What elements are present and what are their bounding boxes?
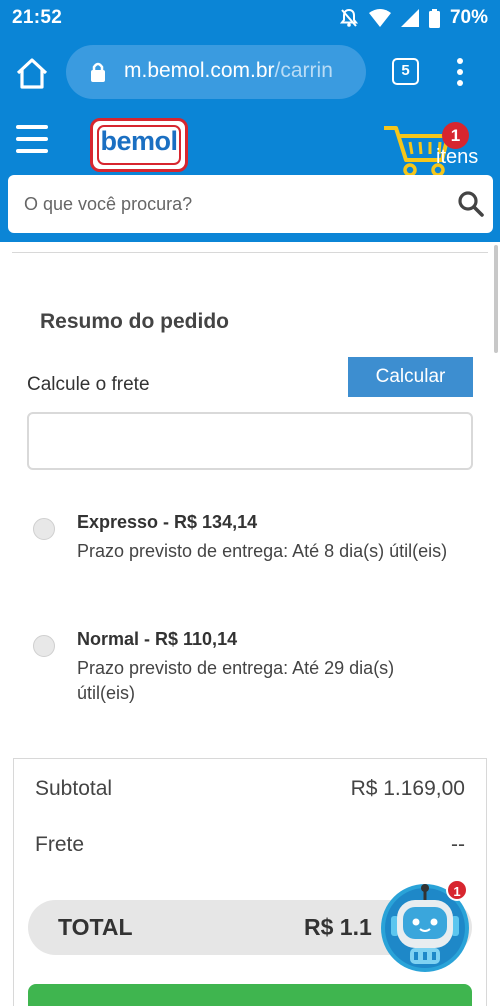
calculate-shipping-button[interactable]: Calcular — [348, 357, 473, 397]
address-bar[interactable]: m.bemol.com.br/carrin — [66, 45, 366, 99]
checkout-button[interactable] — [28, 984, 472, 1006]
notifications-off-icon — [339, 8, 359, 27]
home-icon[interactable] — [14, 56, 50, 92]
battery-percentage: 70% — [449, 7, 488, 28]
wifi-icon — [368, 9, 391, 27]
shipping-option-title: Normal - R$ 110,14 — [77, 629, 238, 649]
status-bar: 21:52 70% — [0, 0, 500, 36]
url-text: m.bemol.com.br/carrin — [124, 59, 362, 83]
subtotal-value: R$ 1.169,00 — [350, 777, 465, 800]
search-bar — [8, 175, 493, 233]
url-domain: m.bemol.com.br — [124, 59, 275, 82]
bemol-logo[interactable]: bemol — [90, 118, 188, 172]
scrollbar[interactable] — [494, 245, 498, 353]
shipping-option-express[interactable]: Expresso - R$ 134,14 Prazo previsto de e… — [33, 512, 473, 592]
shipping-option-title: Expresso - R$ 134,14 — [77, 512, 258, 532]
logo-text: bemol — [100, 126, 178, 156]
freight-value: -- — [451, 833, 465, 856]
status-icons: 70% — [339, 7, 488, 29]
url-path: /carrin — [274, 59, 333, 82]
shipping-calc-label: Calcule o frete — [27, 374, 150, 395]
total-label: TOTAL — [58, 914, 133, 940]
cart-count-badge[interactable]: 1 — [442, 122, 469, 149]
divider — [12, 252, 488, 253]
overflow-menu-icon[interactable] — [450, 56, 470, 88]
shipping-option-desc: Prazo previsto de entrega: Até 29 dia(s)… — [77, 658, 395, 703]
freight-label: Frete — [35, 833, 85, 856]
signal-icon — [400, 9, 419, 27]
order-summary-title: Resumo do pedido — [40, 310, 229, 333]
zip-code-input[interactable] — [27, 412, 473, 470]
search-input[interactable] — [8, 175, 448, 233]
battery-icon — [428, 8, 440, 28]
express-radio[interactable] — [33, 518, 55, 540]
cart-label[interactable]: itens — [436, 146, 478, 169]
browser-toolbar: m.bemol.com.br/carrin 5 — [0, 36, 500, 108]
shipping-option-normal[interactable]: Normal - R$ 110,14 Prazo previsto de ent… — [33, 629, 473, 709]
lock-icon — [91, 62, 105, 82]
shipping-option-desc: Prazo previsto de entrega: Até 8 dia(s) … — [77, 541, 448, 561]
hamburger-menu-icon[interactable] — [16, 125, 48, 155]
status-time: 21:52 — [12, 7, 63, 28]
chat-notification-badge[interactable]: 1 — [446, 879, 468, 901]
subtotal-label: Subtotal — [35, 777, 113, 800]
search-icon[interactable] — [457, 190, 485, 218]
normal-radio[interactable] — [33, 635, 55, 657]
tab-switcher-button[interactable]: 5 — [392, 58, 419, 85]
total-value: R$ 1.1 — [304, 914, 372, 940]
